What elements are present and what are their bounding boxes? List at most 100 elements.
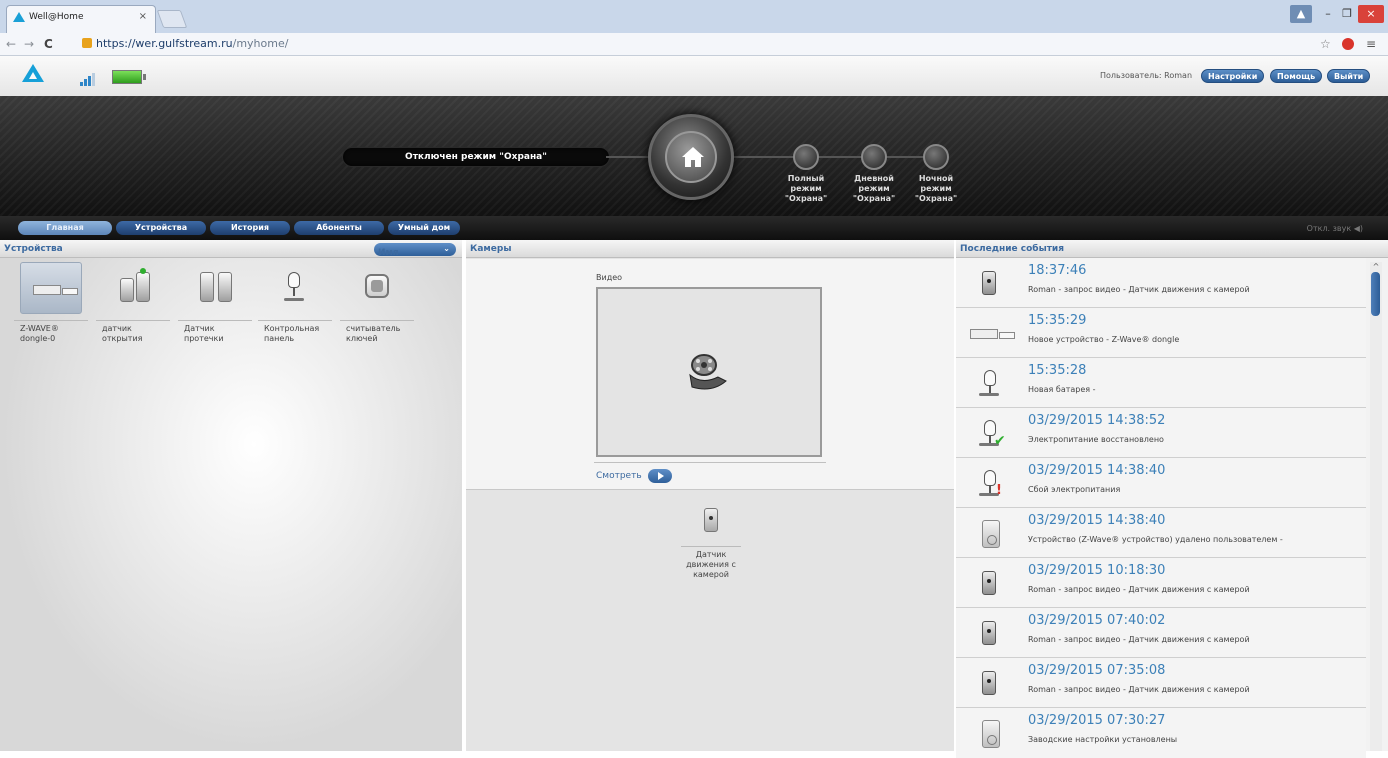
browser-tab[interactable]: Well@Home × [6, 5, 156, 33]
address-bar: ← → C https://wer.gulfstream.ru/myhome/ … [0, 33, 1388, 56]
sensor-part [200, 272, 214, 302]
event-time: 03/29/2015 07:40:02 [1028, 613, 1166, 628]
device-name: Z-WAVE® dongle-0 [14, 320, 88, 344]
event-time: 03/29/2015 07:30:27 [1028, 713, 1166, 728]
tab-close-icon[interactable]: × [139, 11, 147, 22]
event-time: 03/29/2015 07:35:08 [1028, 663, 1166, 678]
device-item[interactable]: Z-WAVE® dongle-0 [14, 262, 88, 344]
mode-label: Полный режим "Охрана" [784, 174, 828, 203]
event-desc: Roman - запрос видео - Датчик движения с… [1028, 635, 1250, 644]
sensor-part [218, 272, 232, 302]
site-favicon-icon [13, 12, 25, 22]
devices-title: Устройства [4, 244, 63, 254]
minimize-button[interactable]: – [1318, 5, 1338, 23]
event-desc: Новое устройство - Z-Wave® dongle [1028, 335, 1180, 344]
mode-indicator-icon [793, 144, 819, 170]
profile-icon[interactable]: ▲ [1290, 5, 1312, 23]
scrollbar-thumb[interactable] [1371, 272, 1380, 316]
connector-line [606, 156, 650, 158]
device-item[interactable]: датчик открытия [96, 262, 170, 344]
key-reader-icon [346, 262, 408, 314]
play-icon[interactable] [648, 469, 672, 483]
maximize-button[interactable]: ❐ [1337, 5, 1357, 23]
mode-indicator-icon [861, 144, 887, 170]
event-row[interactable]: 18:37:46 Roman - запрос видео - Датчик д… [956, 258, 1366, 308]
new-tab-button[interactable] [156, 10, 188, 28]
events-panel: Последние события 18:37:46 Roman - запро… [956, 240, 1388, 758]
url-path: /myhome/ [232, 37, 289, 50]
event-row[interactable]: 15:35:29 Новое устройство - Z-Wave® dong… [956, 308, 1366, 358]
device-item[interactable]: считыватель ключей [340, 262, 414, 344]
device-item[interactable]: Контрольная панель [258, 262, 332, 344]
panel-base [284, 298, 304, 301]
leak-sensor-icon [184, 262, 246, 314]
close-window-button[interactable]: × [1358, 5, 1384, 23]
help-button[interactable]: Помощь [1270, 69, 1323, 83]
camera-sensor-icon [704, 508, 718, 532]
mode-label: Дневной режим "Охрана" [852, 174, 896, 203]
sensor-part [120, 278, 134, 302]
mode-label: Ночной режим "Охрана" [914, 174, 958, 203]
bookmark-star-icon[interactable]: ☆ [1320, 37, 1331, 51]
event-desc: Новая батарея - [1028, 385, 1096, 394]
sensor-part [136, 272, 150, 302]
cameras-panel: Камеры Видео Смотреть Датчик движения с … [466, 240, 954, 751]
zwave-dongle-icon [20, 262, 82, 314]
logo-icon [22, 64, 44, 82]
camera-sensor-icon [976, 269, 1004, 299]
event-row[interactable]: ✔ 03/29/2015 14:38:52 Электропитание вос… [956, 408, 1366, 458]
home-mode-button[interactable] [648, 114, 734, 200]
forward-icon[interactable]: → [24, 37, 34, 51]
tab-devices[interactable]: Устройства [116, 221, 206, 235]
event-time: 18:37:46 [1028, 263, 1087, 278]
event-row[interactable]: 03/29/2015 07:35:08 Roman - запрос видео… [956, 658, 1366, 708]
security-status: Отключен режим "Охрана" [342, 147, 610, 167]
camera-device-name: Датчик движения с камерой [681, 546, 741, 580]
device-item[interactable]: Датчик протечки [178, 262, 252, 344]
mode-day-guard[interactable]: Дневной режим "Охрана" [842, 144, 906, 204]
video-frame[interactable] [596, 287, 822, 457]
logout-button[interactable]: Выйти [1327, 69, 1371, 83]
divider [594, 462, 826, 463]
event-row[interactable]: 03/29/2015 14:38:40 Устройство (Z-Wave® … [956, 508, 1366, 558]
key-reader-icon [976, 519, 1004, 549]
reload-icon[interactable]: C [44, 37, 53, 51]
device-name: датчик открытия [96, 320, 170, 344]
events-scrollbar[interactable]: ^ [1370, 262, 1382, 751]
device-name: считыватель ключей [340, 320, 414, 344]
cameras-header: Камеры [466, 240, 954, 258]
event-desc: Roman - запрос видео - Датчик движения с… [1028, 585, 1250, 594]
event-row[interactable]: 03/29/2015 10:18:30 Roman - запрос видео… [956, 558, 1366, 608]
tab-smart-home[interactable]: Умный дом [388, 221, 460, 235]
event-desc: Сбой электропитания [1028, 485, 1121, 494]
event-row[interactable]: ! 03/29/2015 14:38:40 Сбой электропитани… [956, 458, 1366, 508]
camera-device[interactable]: Датчик движения с камерой [681, 508, 741, 580]
main-tabs: Главная Устройства История Абоненты Умны… [0, 216, 1388, 240]
settings-button[interactable]: Настройки [1201, 69, 1265, 83]
event-desc: Roman - запрос видео - Датчик движения с… [1028, 685, 1250, 694]
event-row[interactable]: 03/29/2015 07:40:02 Roman - запрос видео… [956, 608, 1366, 658]
mute-sound-toggle[interactable]: Откл. звук ◀) [1307, 224, 1363, 233]
event-desc: Электропитание восстановлено [1028, 435, 1164, 444]
sort-select[interactable]: Имя ⌄ [374, 243, 456, 258]
browser-menu-icon[interactable]: ≡ [1366, 37, 1376, 51]
event-row[interactable]: 15:35:28 Новая батарея - [956, 358, 1366, 408]
tab-subscribers[interactable]: Абоненты [294, 221, 384, 235]
cameras-title: Камеры [470, 244, 512, 254]
film-reel-icon [689, 354, 727, 390]
mode-night-guard[interactable]: Ночной режим "Охрана" [904, 144, 968, 204]
tab-title: Well@Home [29, 12, 84, 22]
url-field[interactable]: https://wer.gulfstream.ru/myhome/ [82, 36, 1322, 52]
motion-sensor-icon [976, 369, 1004, 399]
security-mode-banner: Отключен режим "Охрана" Полный режим "Ох… [0, 96, 1388, 216]
watch-link[interactable]: Смотреть [596, 471, 642, 481]
mode-full-guard[interactable]: Полный режим "Охрана" [774, 144, 838, 204]
tab-history[interactable]: История [210, 221, 290, 235]
warning-icon: ! [996, 483, 1002, 498]
user-label: Пользователь: Roman [1100, 71, 1193, 80]
tab-main[interactable]: Главная [18, 221, 112, 235]
scroll-up-icon[interactable]: ^ [1370, 262, 1382, 272]
events-header: Последние события [956, 240, 1388, 258]
back-icon[interactable]: ← [6, 37, 16, 51]
extension-icon[interactable] [1342, 38, 1354, 50]
